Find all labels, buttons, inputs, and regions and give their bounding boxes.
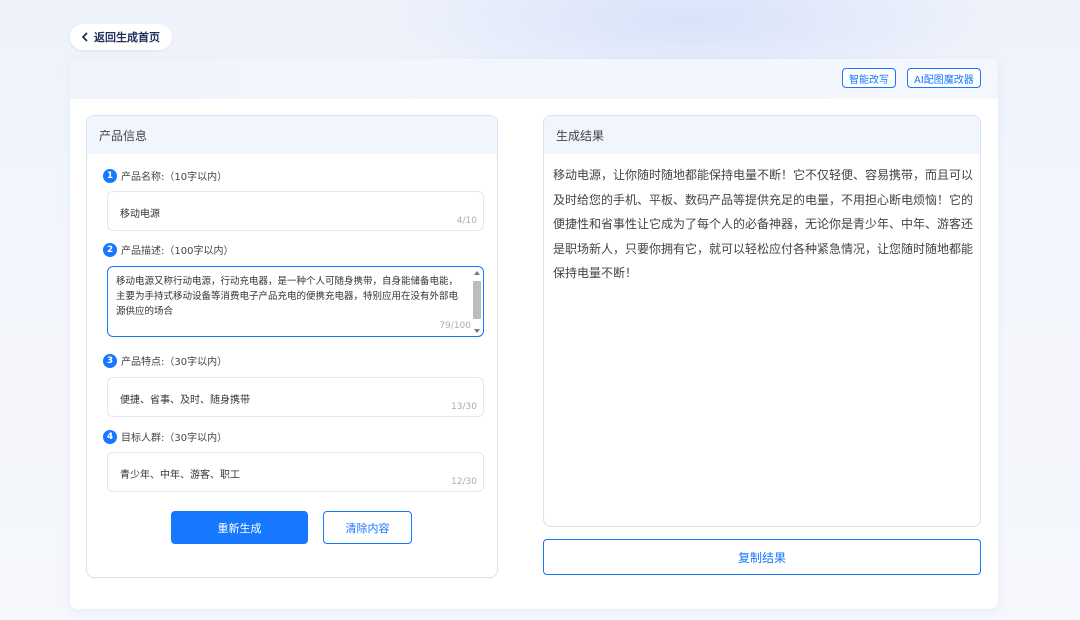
- step-badge: 4: [103, 429, 117, 444]
- back-button-label: 返回生成首页: [94, 31, 160, 44]
- main-card: 智能改写 AI配图魔改器 产品信息 1 产品名称:（10字以内） 移动电源 4/…: [70, 59, 998, 609]
- field-label-text: 产品名称:（10字以内）: [121, 172, 228, 183]
- char-counter: 13/30: [451, 402, 477, 412]
- product-info-title: 产品信息: [87, 116, 497, 154]
- chevron-left-icon: [80, 32, 90, 42]
- product-name-input[interactable]: 移动电源 4/10: [107, 191, 484, 231]
- textarea-value: 移动电源又称行动电源，行动充电器，是一种个人可随身携带，自身能储备电能，主要为手…: [116, 276, 459, 317]
- product-features-input[interactable]: 便捷、省事、及时、随身携带 13/30: [107, 377, 484, 417]
- field-label-text: 目标人群:（30字以内）: [121, 433, 228, 444]
- product-name-label: 1 产品名称:（10字以内）: [103, 168, 227, 183]
- step-badge: 1: [103, 168, 117, 183]
- scroll-up-arrow-icon[interactable]: [474, 271, 480, 275]
- field-label-text: 产品特点:（30字以内）: [121, 357, 228, 368]
- product-info-panel: 产品信息 1 产品名称:（10字以内） 移动电源 4/10 2 产品描述:（10…: [86, 115, 498, 578]
- back-to-home-button[interactable]: 返回生成首页: [70, 24, 172, 50]
- input-value: 青少年、中年、游客、职工: [120, 470, 240, 481]
- card-toolbar: 智能改写 AI配图魔改器: [70, 59, 998, 99]
- product-description-textarea[interactable]: 移动电源又称行动电源，行动充电器，是一种个人可随身携带，自身能储备电能，主要为手…: [107, 266, 484, 337]
- char-counter: 79/100: [439, 321, 471, 331]
- textarea-scrollbar[interactable]: [473, 271, 481, 333]
- target-audience-input[interactable]: 青少年、中年、游客、职工 12/30: [107, 452, 484, 492]
- scroll-thumb[interactable]: [473, 281, 481, 319]
- product-features-label: 3 产品特点:（30字以内）: [103, 353, 227, 368]
- scroll-down-arrow-icon[interactable]: [474, 329, 480, 333]
- input-value: 移动电源: [120, 209, 160, 220]
- char-counter: 4/10: [456, 216, 477, 226]
- target-audience-label: 4 目标人群:（30字以内）: [103, 429, 227, 444]
- step-badge: 3: [103, 353, 117, 368]
- clear-content-button[interactable]: 清除内容: [323, 511, 412, 544]
- input-value: 便捷、省事、及时、随身携带: [120, 395, 250, 406]
- result-panel: 生成结果 移动电源，让你随时随地都能保持电量不断！它不仅轻便、容易携带，而且可以…: [543, 115, 981, 527]
- ai-image-editor-button[interactable]: AI配图魔改器: [907, 68, 981, 88]
- step-badge: 2: [103, 242, 117, 257]
- char-counter: 12/30: [451, 477, 477, 487]
- field-label-text: 产品描述:（100字以内）: [121, 246, 234, 257]
- copy-result-button[interactable]: 复制结果: [543, 539, 981, 575]
- regenerate-button[interactable]: 重新生成: [171, 511, 308, 544]
- result-text: 移动电源，让你随时随地都能保持电量不断！它不仅轻便、容易携带，而且可以及时给您的…: [553, 168, 974, 280]
- product-description-label: 2 产品描述:（100字以内）: [103, 242, 233, 257]
- smart-rewrite-button[interactable]: 智能改写: [842, 68, 896, 88]
- result-title: 生成结果: [544, 116, 980, 154]
